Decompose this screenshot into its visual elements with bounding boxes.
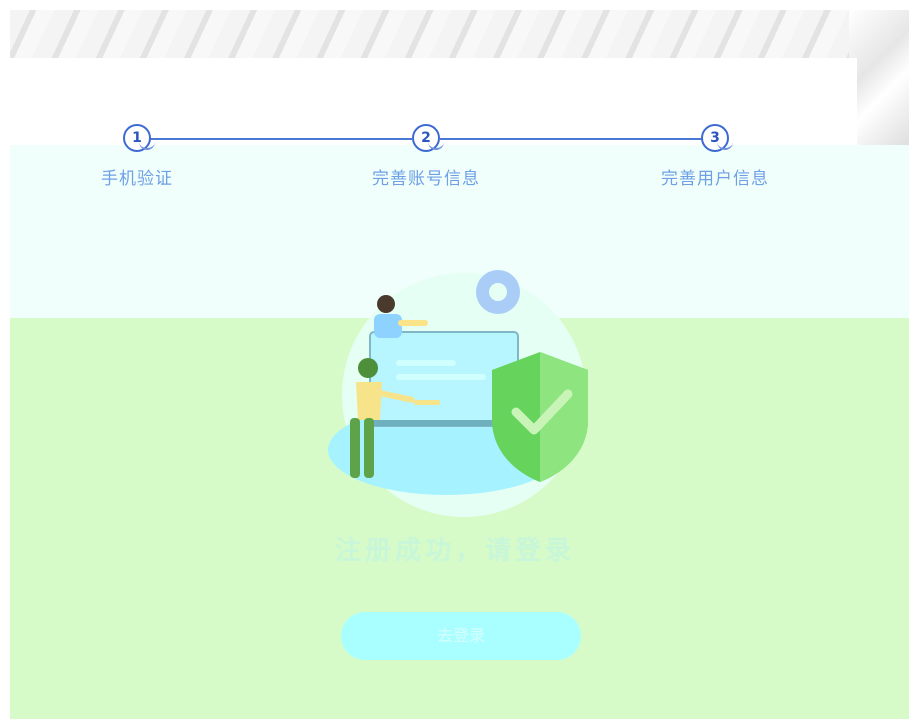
step-label-2: 完善账号信息 [372, 169, 480, 189]
step-number-1: 1 [123, 124, 155, 152]
step-number-2: 2 [412, 124, 444, 152]
step-phone-verify: 1 手机验证 [67, 124, 207, 189]
step-number-3: 3 [701, 124, 733, 152]
banner-shade [849, 10, 909, 150]
register-stepper: 1 手机验证 2 完善账号信息 3 完善用户信息 [10, 120, 857, 200]
step-user-info: 3 完善用户信息 [645, 124, 785, 189]
success-illustration [326, 260, 596, 520]
success-message: 注册成功，请登录 [334, 536, 575, 566]
go-login-button[interactable]: 去登录 [341, 612, 581, 660]
step-label-1: 手机验证 [101, 169, 173, 189]
step-label-3: 完善用户信息 [661, 169, 769, 189]
gear-icon [476, 270, 520, 314]
step-account-info: 2 完善账号信息 [356, 124, 496, 189]
